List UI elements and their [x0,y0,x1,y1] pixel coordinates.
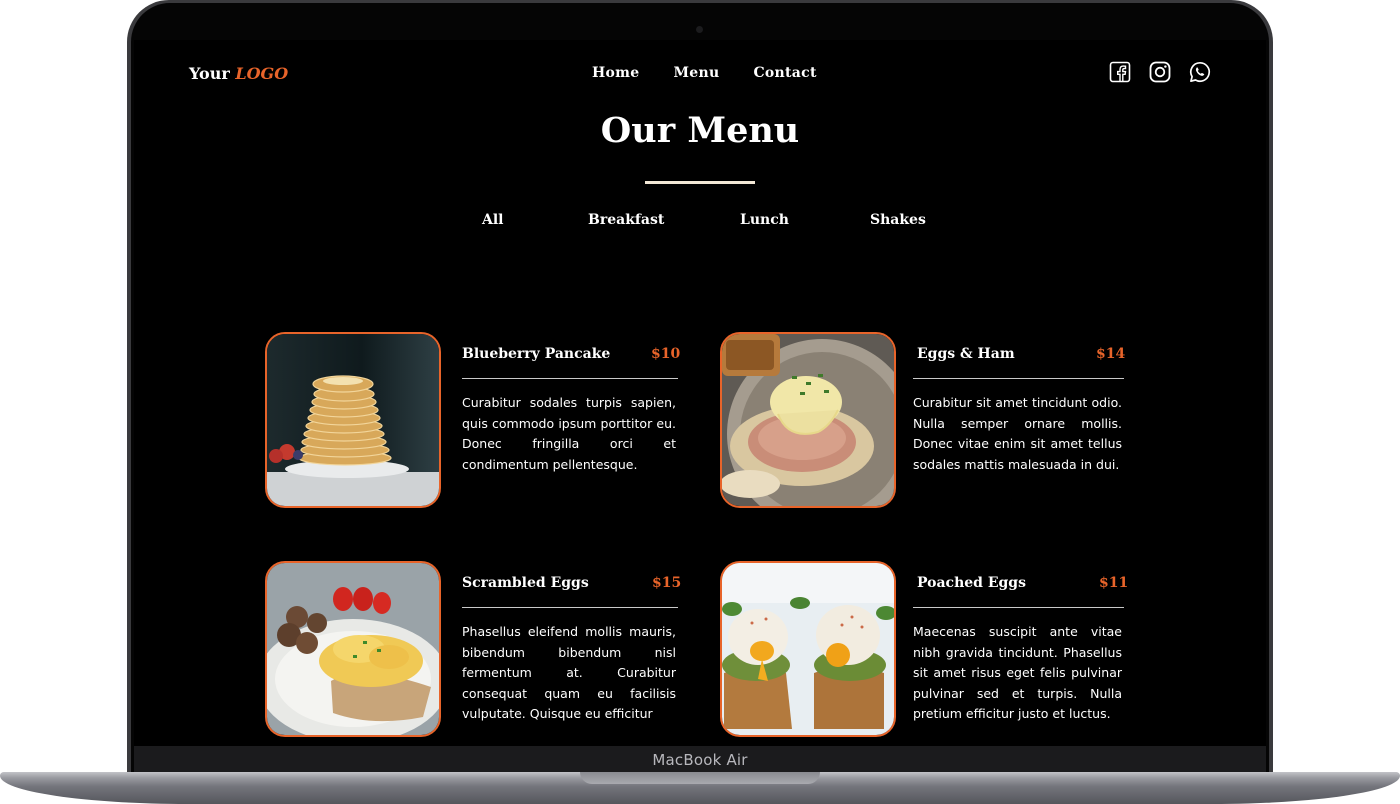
social-links [1108,60,1212,84]
camera-icon [696,26,703,33]
nav-menu[interactable]: Menu [674,65,720,81]
item-name: Blueberry Pancake [462,346,611,362]
main-nav: Home Menu Contact [592,65,817,81]
poached-eggs-photo [720,561,896,737]
logo-prefix: Your [189,64,230,83]
item-description: Maecenas suscipit ante vitae nibh gravid… [913,624,1122,721]
filter-all[interactable]: All [482,212,504,228]
item-price: $15 [652,575,682,591]
item-name: Poached Eggs [917,575,1026,591]
website-screen: Your LOGO Home Menu Contact Our Menu All… [134,40,1266,746]
filter-shakes[interactable]: Shakes [870,212,926,228]
filter-breakfast[interactable]: Breakfast [588,212,664,228]
logo[interactable]: Your LOGO [189,64,288,83]
page-title: Our Menu [600,110,800,151]
pancake-photo [265,332,441,508]
item-divider [462,378,678,379]
item-description: Curabitur sodales turpis sapien, quis co… [462,395,676,472]
laptop-chin: MacBook Air [134,746,1266,774]
item-name: Eggs & Ham [917,346,1015,362]
filter-lunch[interactable]: Lunch [740,212,789,228]
nav-contact[interactable]: Contact [753,65,816,81]
logo-highlight: LOGO [235,64,289,83]
whatsapp-icon[interactable] [1188,60,1212,84]
item-description: Curabitur sit amet tincidunt odio. Nulla… [913,395,1122,472]
item-divider [462,607,678,608]
menu-item[interactable]: Poached Eggs $11 Maecenas suscipit ante … [720,561,1160,741]
facebook-icon[interactable] [1108,60,1132,84]
item-price: $11 [1099,575,1129,591]
item-description: Phasellus eleifend mollis mauris, bibend… [462,624,676,721]
menu-item[interactable]: Blueberry Pancake $10 Curabitur sodales … [265,332,705,512]
item-price: $14 [1096,346,1126,362]
item-divider [913,607,1124,608]
menu-item[interactable]: Scrambled Eggs $15 Phasellus eleifend mo… [265,561,705,741]
item-divider [913,378,1124,379]
instagram-icon[interactable] [1148,60,1172,84]
item-name: Scrambled Eggs [462,575,589,591]
nav-home[interactable]: Home [592,65,640,81]
title-underline [645,181,755,184]
menu-item[interactable]: Eggs & Ham $14 Curabitur sit amet tincid… [720,332,1160,512]
laptop-notch [580,772,820,784]
eggs-ham-photo [720,332,896,508]
scrambled-eggs-photo [265,561,441,737]
device-label: MacBook Air [652,751,748,769]
item-price: $10 [651,346,681,362]
